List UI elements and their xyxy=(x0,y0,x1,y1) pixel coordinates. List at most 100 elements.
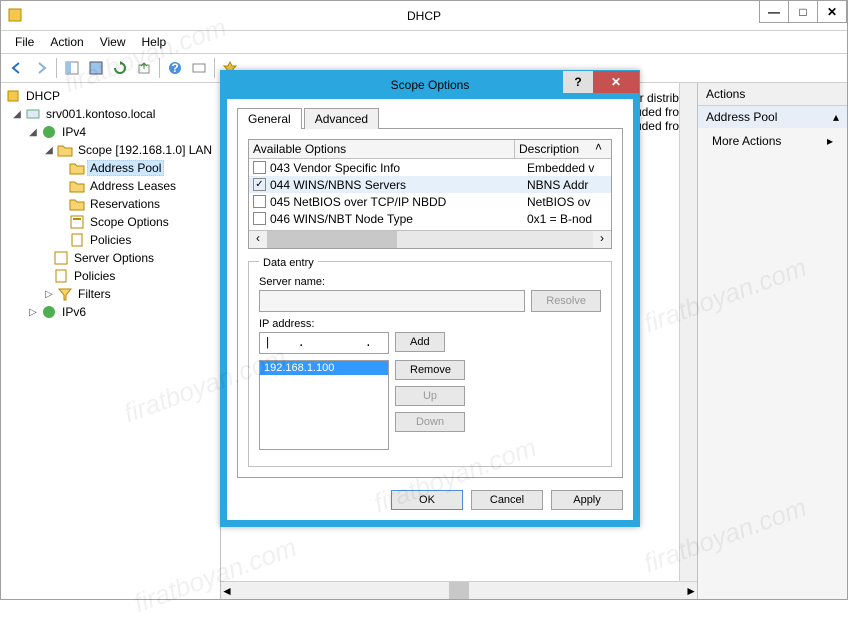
collapse-up-icon[interactable]: ▴ xyxy=(833,110,839,124)
collapse-icon[interactable]: ◢ xyxy=(27,127,39,138)
scope-options-icon xyxy=(69,214,85,230)
ip-list[interactable]: 192.168.1.100 xyxy=(259,360,389,450)
tree-ipv4[interactable]: ◢ IPv4 xyxy=(3,123,218,141)
leases-icon xyxy=(69,178,85,194)
folder-icon xyxy=(57,142,73,158)
tree-reservations[interactable]: Reservations xyxy=(3,195,218,213)
scroll-left-icon[interactable]: ◄ xyxy=(221,584,233,598)
dialog-help-button[interactable]: ? xyxy=(563,71,593,93)
option-row[interactable]: 043 Vendor Specific Info Embedded v xyxy=(249,159,611,176)
scope-options-dialog: Scope Options ? ✕ General Advanced Avail… xyxy=(220,70,640,527)
options-hscrollbar[interactable]: ‹ › xyxy=(249,230,611,248)
col-description[interactable]: Description xyxy=(515,140,595,158)
tree-filters[interactable]: ▷ Filters xyxy=(3,285,218,303)
actions-subheader[interactable]: Address Pool ▴ xyxy=(698,106,847,128)
dialog-titlebar[interactable]: Scope Options ? ✕ xyxy=(221,71,639,99)
tree-address-pool[interactable]: Address Pool xyxy=(3,159,218,177)
server-options-icon xyxy=(53,250,69,266)
scroll-right-icon[interactable]: › xyxy=(593,231,611,248)
center-vscrollbar[interactable] xyxy=(679,83,697,581)
app-icon xyxy=(7,7,23,23)
menu-view[interactable]: View xyxy=(92,33,134,51)
server-icon xyxy=(25,106,41,122)
forward-button[interactable] xyxy=(30,57,52,79)
center-hscrollbar[interactable]: ◄ ► xyxy=(221,581,697,599)
dialog-close-button[interactable]: ✕ xyxy=(593,71,639,93)
collapse-icon[interactable]: ◢ xyxy=(11,109,23,120)
menu-file[interactable]: File xyxy=(7,33,42,51)
expand-icon[interactable]: ▷ xyxy=(27,307,39,318)
dialog-footer: OK Cancel Apply xyxy=(237,490,623,510)
menu-help[interactable]: Help xyxy=(134,33,175,51)
ipv6-icon xyxy=(41,304,57,320)
options-button[interactable] xyxy=(188,57,210,79)
ok-button[interactable]: OK xyxy=(391,490,463,510)
expand-icon[interactable]: ▷ xyxy=(43,289,55,300)
tree-root[interactable]: DHCP xyxy=(3,87,218,105)
tree-scope-options[interactable]: Scope Options xyxy=(3,213,218,231)
checkbox[interactable] xyxy=(253,212,266,225)
checkbox-checked[interactable]: ✓ xyxy=(253,178,266,191)
remove-button[interactable]: Remove xyxy=(395,360,465,380)
filters-icon xyxy=(57,286,73,302)
window-title: DHCP xyxy=(407,9,441,23)
tree-scope[interactable]: ◢ Scope [192.168.1.0] LAN xyxy=(3,141,218,159)
col-available-options[interactable]: Available Options xyxy=(249,140,515,158)
checkbox[interactable] xyxy=(253,195,266,208)
ip-address-input[interactable] xyxy=(259,332,389,354)
tree-policies[interactable]: Policies xyxy=(3,231,218,249)
back-button[interactable] xyxy=(6,57,28,79)
option-row[interactable]: 045 NetBIOS over TCP/IP NBDD NetBIOS ov xyxy=(249,193,611,210)
dhcp-icon xyxy=(5,88,21,104)
server-name-label: Server name: xyxy=(259,276,601,288)
tree-ipv6[interactable]: ▷ IPv6 xyxy=(3,303,218,321)
maximize-button[interactable]: □ xyxy=(788,1,818,23)
menubar: File Action View Help xyxy=(1,31,847,53)
tab-general[interactable]: General xyxy=(237,108,302,129)
policies-icon xyxy=(69,232,85,248)
checkbox[interactable] xyxy=(253,161,266,174)
dialog-tabs: General Advanced xyxy=(237,107,623,128)
actions-more[interactable]: More Actions ▸ xyxy=(698,128,847,154)
policies-icon xyxy=(53,268,69,284)
tree-pane: DHCP ◢ srv001.kontoso.local ◢ IPv4 ◢ Sco… xyxy=(1,83,221,599)
close-button[interactable]: ✕ xyxy=(817,1,847,23)
scroll-thumb[interactable] xyxy=(449,582,469,599)
resolve-button[interactable]: Resolve xyxy=(531,290,601,312)
actions-header: Actions xyxy=(698,83,847,106)
tree-policies-2[interactable]: Policies xyxy=(3,267,218,285)
ip-address-label: IP address: xyxy=(259,318,601,330)
ip-list-item[interactable]: 192.168.1.100 xyxy=(260,361,388,375)
tab-panel-general: Available Options Description ˄ 043 Vend… xyxy=(237,128,623,478)
add-button[interactable]: Add xyxy=(395,332,445,352)
tree-address-leases[interactable]: Address Leases xyxy=(3,177,218,195)
tree-server[interactable]: ◢ srv001.kontoso.local xyxy=(3,105,218,123)
scroll-right-icon[interactable]: ► xyxy=(685,584,697,598)
export-button[interactable] xyxy=(133,57,155,79)
cancel-button[interactable]: Cancel xyxy=(471,490,543,510)
menu-action[interactable]: Action xyxy=(42,33,91,51)
dialog-title: Scope Options xyxy=(391,78,470,92)
reservations-icon xyxy=(69,196,85,212)
option-row[interactable]: ✓ 044 WINS/NBNS Servers NBNS Addr xyxy=(249,176,611,193)
scroll-thumb[interactable] xyxy=(267,231,397,248)
scroll-left-icon[interactable]: ‹ xyxy=(249,231,267,248)
down-button[interactable]: Down xyxy=(395,412,465,432)
server-name-input[interactable] xyxy=(259,290,525,312)
show-hide-button[interactable] xyxy=(61,57,83,79)
available-options-list: Available Options Description ˄ 043 Vend… xyxy=(248,139,612,249)
option-row[interactable]: 046 WINS/NBT Node Type 0x1 = B-nod xyxy=(249,210,611,227)
up-button[interactable]: Up xyxy=(395,386,465,406)
actions-pane: Actions Address Pool ▴ More Actions ▸ xyxy=(697,83,847,599)
minimize-button[interactable]: — xyxy=(759,1,789,23)
tree-server-options[interactable]: Server Options xyxy=(3,249,218,267)
apply-button[interactable]: Apply xyxy=(551,490,623,510)
properties-button[interactable] xyxy=(85,57,107,79)
scroll-up-icon[interactable]: ˄ xyxy=(595,140,611,158)
tab-advanced[interactable]: Advanced xyxy=(304,108,379,129)
chevron-right-icon: ▸ xyxy=(827,134,833,148)
refresh-button[interactable] xyxy=(109,57,131,79)
ipv4-icon xyxy=(41,124,57,140)
help-button[interactable]: ? xyxy=(164,57,186,79)
collapse-icon[interactable]: ◢ xyxy=(43,145,55,156)
